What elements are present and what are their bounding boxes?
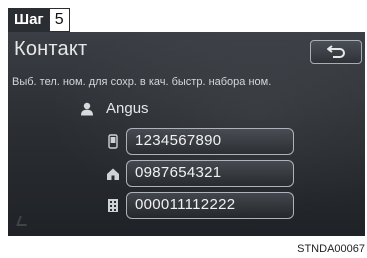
office-building-icon bbox=[106, 198, 120, 214]
contact-name: Angus bbox=[106, 100, 149, 117]
phone-number-button-home[interactable]: 0987654321 bbox=[126, 160, 294, 187]
home-icon bbox=[106, 166, 120, 182]
step-number: 5 bbox=[49, 8, 70, 32]
step-label: Шаг bbox=[8, 8, 50, 32]
number-row-mobile: 1234567890 bbox=[106, 128, 294, 155]
step-header: Шаг 5 bbox=[8, 8, 70, 32]
number-row-office: 000011112222 bbox=[106, 192, 294, 219]
back-button[interactable] bbox=[310, 40, 362, 64]
number-row-home: 0987654321 bbox=[106, 160, 294, 187]
back-arrow-icon bbox=[327, 45, 345, 58]
contact-screen: Контакт Выб. тел. ном. для сохр. в кач. … bbox=[8, 32, 365, 236]
contact-entry: Angus bbox=[80, 100, 149, 117]
phone-number-button-office[interactable]: 000011112222 bbox=[126, 192, 294, 219]
screen-title: Контакт bbox=[14, 38, 88, 60]
mobile-phone-icon bbox=[106, 134, 120, 150]
instruction-text: Выб. тел. ном. для сохр. в кач. быстр. н… bbox=[12, 76, 272, 88]
corner-decoration bbox=[16, 216, 30, 226]
page: Шаг 5 Контакт Выб. тел. ном. для сохр. в… bbox=[0, 0, 367, 258]
person-icon bbox=[81, 102, 93, 115]
figure-code: STNDA00067 bbox=[297, 243, 365, 255]
phone-number-button-mobile[interactable]: 1234567890 bbox=[126, 128, 294, 155]
